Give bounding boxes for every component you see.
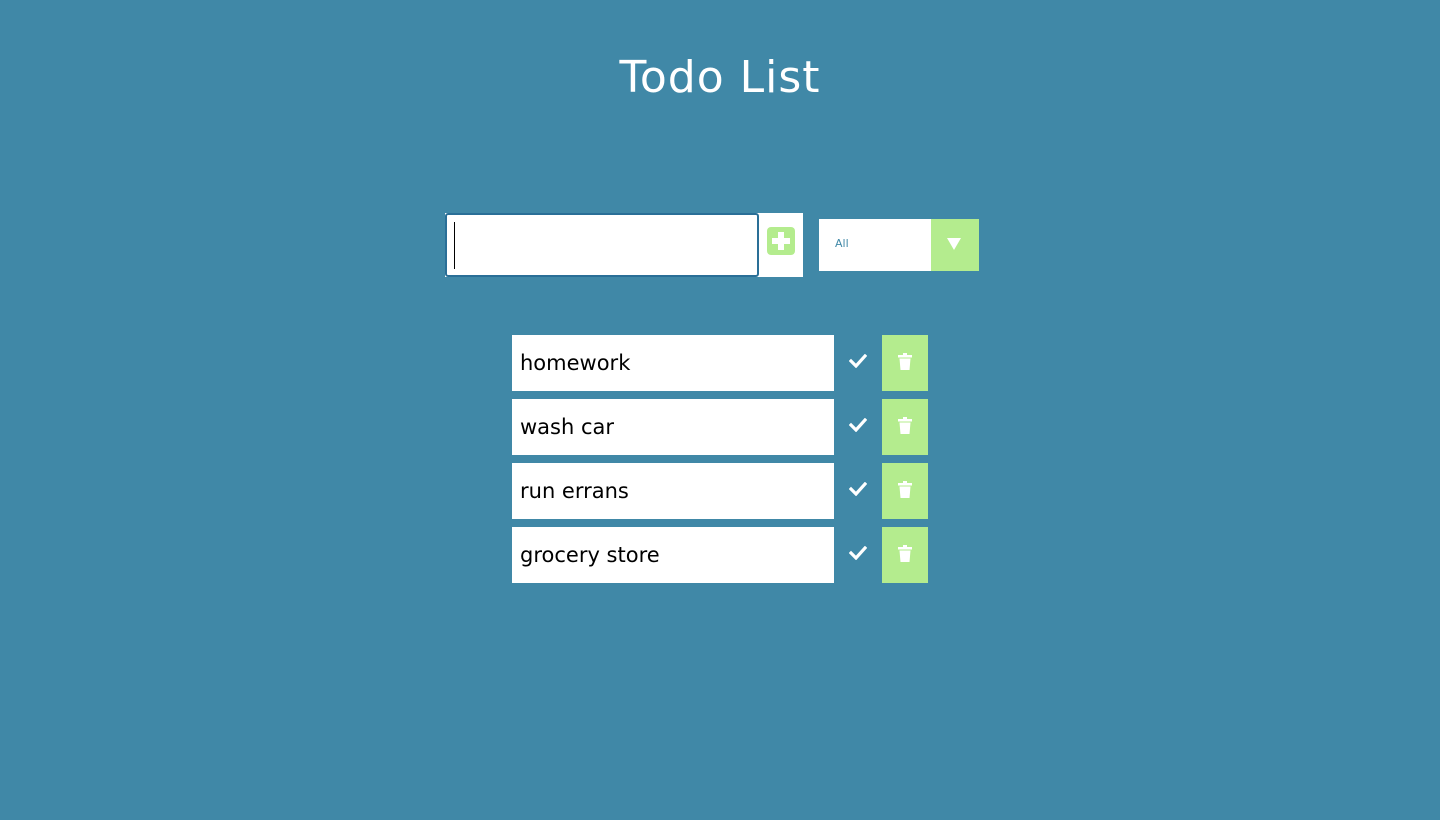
page-title: Todo List xyxy=(619,52,821,103)
check-icon xyxy=(849,354,867,368)
todo-item: homework xyxy=(512,335,928,391)
trash-icon xyxy=(898,481,912,498)
filter-select[interactable]: All xyxy=(819,219,979,271)
delete-button[interactable] xyxy=(882,399,928,455)
complete-button[interactable] xyxy=(834,527,882,583)
todo-input[interactable] xyxy=(445,213,759,277)
filter-dropdown-toggle[interactable] xyxy=(931,219,979,271)
todo-item: grocery store xyxy=(512,527,928,583)
filter-selected-value: All xyxy=(835,237,849,250)
todo-item: wash car xyxy=(512,399,928,455)
todo-text: grocery store xyxy=(512,527,834,583)
complete-button[interactable] xyxy=(834,399,882,455)
complete-button[interactable] xyxy=(834,463,882,519)
todo-text: wash car xyxy=(512,399,834,455)
triangle-down-icon xyxy=(947,238,961,250)
trash-icon xyxy=(898,353,912,370)
trash-icon xyxy=(898,417,912,434)
delete-button[interactable] xyxy=(882,335,928,391)
todo-list: homework wash car run errans grocery sto… xyxy=(512,335,928,591)
todo-text: homework xyxy=(512,335,834,391)
text-caret xyxy=(454,222,455,269)
plus-square-icon xyxy=(772,232,790,250)
delete-button[interactable] xyxy=(882,527,928,583)
check-icon xyxy=(849,546,867,560)
trash-icon xyxy=(898,545,912,562)
complete-button[interactable] xyxy=(834,335,882,391)
add-todo-button[interactable] xyxy=(767,227,795,255)
delete-button[interactable] xyxy=(882,463,928,519)
check-icon xyxy=(849,418,867,432)
todo-item: run errans xyxy=(512,463,928,519)
add-todo-form xyxy=(445,213,803,277)
todo-text: run errans xyxy=(512,463,834,519)
check-icon xyxy=(849,482,867,496)
